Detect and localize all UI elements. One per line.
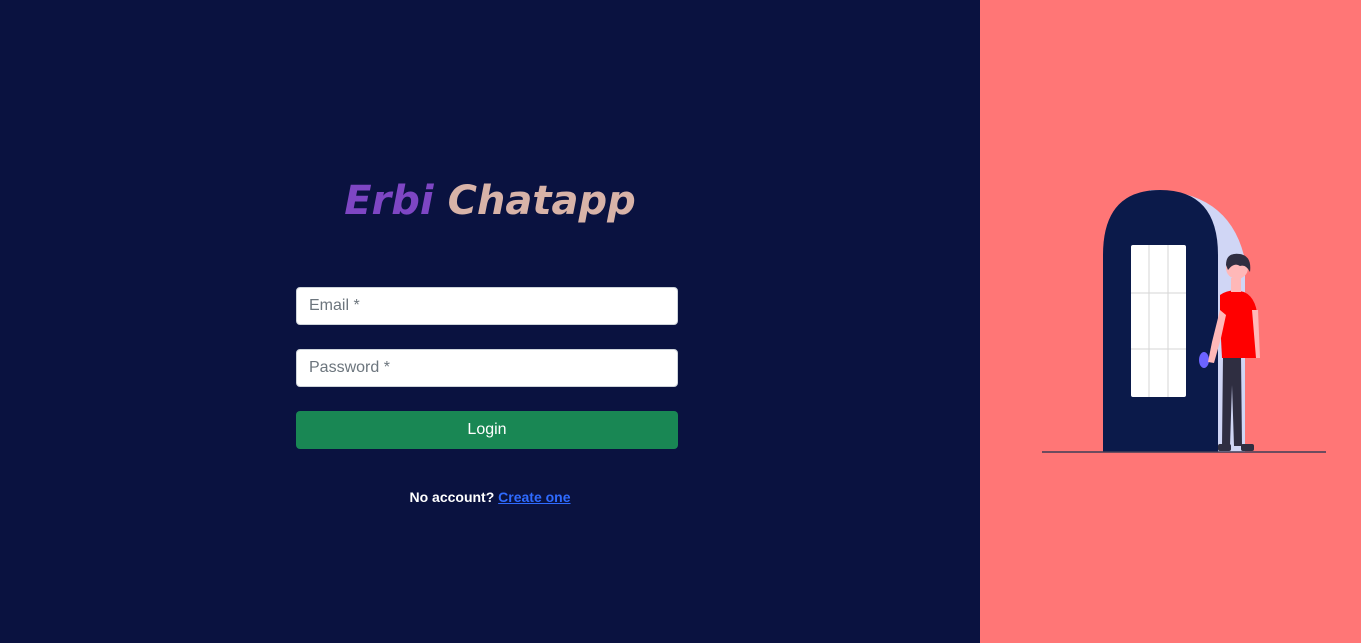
logo-word-erbi: Erbi xyxy=(344,178,434,224)
logo-word-chatapp: Chatapp xyxy=(447,178,636,224)
password-field[interactable] xyxy=(296,349,678,387)
login-page: Erbi Chatapp Login No account? Create on… xyxy=(0,0,1361,643)
email-field[interactable] xyxy=(296,287,678,325)
person-at-door-illustration xyxy=(1042,190,1326,453)
signup-prompt: No account? Create one xyxy=(0,489,980,505)
login-button[interactable]: Login xyxy=(296,411,678,449)
app-logo: Erbi Chatapp xyxy=(0,178,980,224)
create-account-link[interactable]: Create one xyxy=(498,489,570,505)
login-panel: Erbi Chatapp Login No account? Create on… xyxy=(0,0,980,643)
signup-prompt-text: No account? xyxy=(409,489,495,505)
